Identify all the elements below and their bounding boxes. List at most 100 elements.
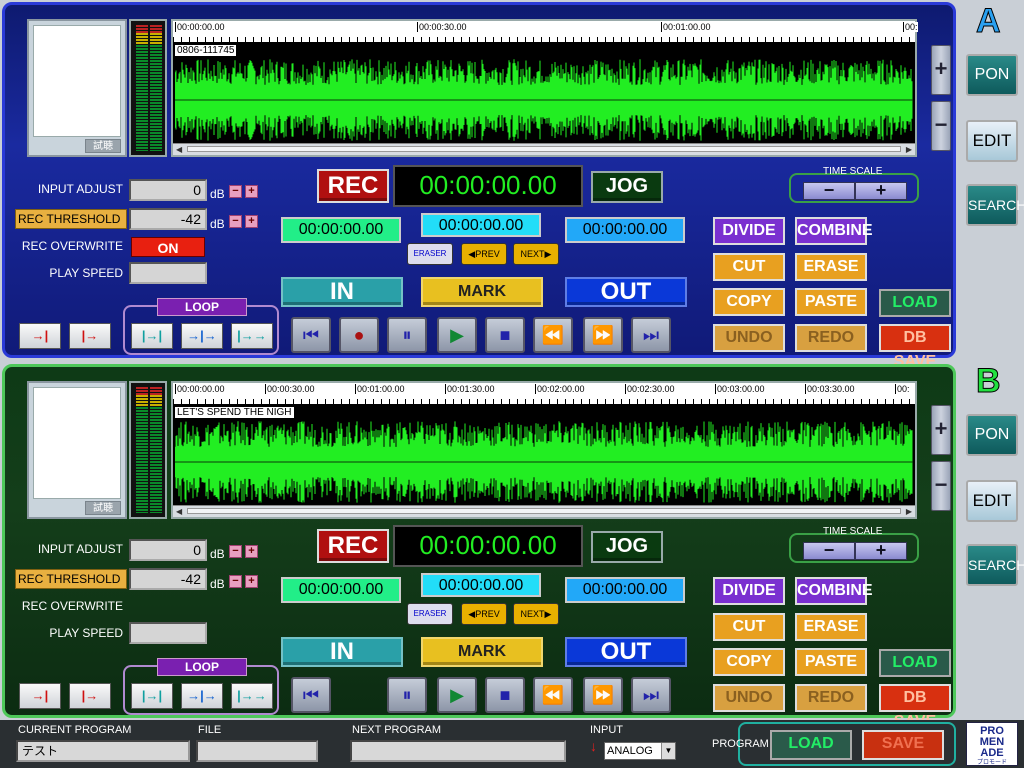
input-adjust-minus-button[interactable]: −: [229, 545, 242, 558]
rec-threshold-minus-button[interactable]: −: [229, 575, 242, 588]
deck-a-edit-button[interactable]: EDIT: [966, 120, 1018, 162]
erase-button[interactable]: ERASE: [795, 253, 867, 281]
deck-load-button[interactable]: LOAD: [879, 649, 951, 677]
loop-out-button[interactable]: |→→: [231, 323, 273, 349]
scrollbar-thumb[interactable]: [187, 508, 901, 514]
loop-start-button[interactable]: →|: [19, 683, 61, 709]
cut-button[interactable]: CUT: [713, 253, 785, 281]
prev-button[interactable]: ◀PREV: [461, 603, 507, 625]
loop-end-button[interactable]: |→: [69, 323, 111, 349]
mark-button[interactable]: MARK: [421, 637, 543, 667]
mark-button[interactable]: MARK: [421, 277, 543, 307]
rec-threshold-minus-button[interactable]: −: [229, 215, 242, 228]
deck-b-pon-button[interactable]: PON: [966, 414, 1018, 456]
timeline-ruler[interactable]: 00:00:00.00 00:00:30.00 00:01:00.00 00:0…: [173, 383, 915, 405]
scrollbar-thumb[interactable]: [187, 146, 901, 152]
undo-button[interactable]: UNDO: [713, 324, 785, 352]
out-button[interactable]: OUT: [565, 637, 687, 667]
mark-time[interactable]: 00:00:00.00: [421, 213, 541, 237]
rec-threshold-field[interactable]: -42: [129, 568, 207, 590]
next-button[interactable]: NEXT▶: [513, 243, 559, 265]
deck-load-button[interactable]: LOAD: [879, 289, 951, 317]
dropdown-arrow-icon[interactable]: ▼: [661, 743, 675, 759]
play-button[interactable]: ▶: [437, 317, 477, 353]
deck-b-edit-button[interactable]: EDIT: [966, 480, 1018, 522]
scroll-right-arrow-icon[interactable]: ▶: [906, 145, 912, 154]
time-scale-minus-button[interactable]: −: [803, 541, 855, 560]
preview-button[interactable]: 試聴: [85, 139, 121, 153]
combine-button[interactable]: COMBINE: [795, 577, 873, 605]
redo-button[interactable]: REDO: [795, 684, 867, 712]
pause-button[interactable]: ⏸: [387, 677, 427, 713]
in-point-time[interactable]: 00:00:00.00: [281, 577, 401, 603]
cut-button[interactable]: CUT: [713, 613, 785, 641]
zoom-in-button[interactable]: +: [931, 45, 951, 95]
timeline-ruler[interactable]: 00:00:00.00 00:00:30.00 00:01:00.00 00:: [173, 21, 918, 43]
out-button[interactable]: OUT: [565, 277, 687, 307]
waveform-scrollbar[interactable]: ◀ ▶: [173, 143, 915, 155]
input-adjust-minus-button[interactable]: −: [229, 185, 242, 198]
divide-button[interactable]: DIVIDE: [713, 217, 785, 245]
input-adjust-field[interactable]: 0: [129, 539, 207, 561]
input-adjust-field[interactable]: 0: [129, 179, 207, 201]
program-load-button[interactable]: LOAD: [770, 730, 852, 760]
copy-button[interactable]: COPY: [713, 288, 785, 316]
rec-threshold-plus-button[interactable]: +: [245, 575, 258, 588]
in-point-time[interactable]: 00:00:00.00: [281, 217, 401, 243]
go-to-end-button[interactable]: ⏭: [631, 677, 671, 713]
in-button[interactable]: IN: [281, 637, 403, 667]
go-to-start-button[interactable]: ⏮: [291, 677, 331, 713]
loop-mark-button[interactable]: →|→: [181, 683, 223, 709]
rewind-button[interactable]: ⏪: [533, 677, 573, 713]
fast-forward-button[interactable]: ⏩: [583, 317, 623, 353]
loop-start-button[interactable]: →|: [19, 323, 61, 349]
stop-button[interactable]: ■: [485, 677, 525, 713]
rec-threshold-field[interactable]: -42: [129, 208, 207, 230]
zoom-out-button[interactable]: −: [931, 101, 951, 151]
current-program-field[interactable]: テスト: [16, 740, 190, 762]
loop-out-button[interactable]: |→→: [231, 683, 273, 709]
loop-in-button[interactable]: |→|: [131, 323, 173, 349]
db-save-button[interactable]: DB SAVE: [879, 684, 951, 730]
loop-in-button[interactable]: |→|: [131, 683, 173, 709]
divide-button[interactable]: DIVIDE: [713, 577, 785, 605]
prev-button[interactable]: ◀PREV: [461, 243, 507, 265]
combine-button[interactable]: COMBINE: [795, 217, 873, 245]
next-program-field[interactable]: [350, 740, 566, 762]
zoom-in-button[interactable]: +: [931, 405, 951, 455]
go-to-start-button[interactable]: ⏮: [291, 317, 331, 353]
deck-a-search-button[interactable]: SEARCH: [966, 184, 1024, 226]
input-adjust-plus-button[interactable]: +: [245, 545, 258, 558]
loop-mark-button[interactable]: →|→: [181, 323, 223, 349]
program-save-button[interactable]: SAVE: [862, 730, 944, 760]
rec-threshold-plus-button[interactable]: +: [245, 215, 258, 228]
out-point-time[interactable]: 00:00:00.00: [565, 577, 685, 603]
input-adjust-plus-button[interactable]: +: [245, 185, 258, 198]
jog-button[interactable]: JOG: [591, 171, 663, 203]
undo-button[interactable]: UNDO: [713, 684, 785, 712]
scroll-left-arrow-icon[interactable]: ◀: [176, 145, 182, 154]
eraser-button[interactable]: ERASER: [407, 243, 453, 265]
rec-overwrite-toggle[interactable]: ON: [131, 237, 205, 257]
in-button[interactable]: IN: [281, 277, 403, 307]
play-button[interactable]: ▶: [437, 677, 477, 713]
fast-forward-button[interactable]: ⏩: [583, 677, 623, 713]
time-scale-plus-button[interactable]: +: [855, 541, 907, 560]
copy-button[interactable]: COPY: [713, 648, 785, 676]
record-button[interactable]: ●: [339, 317, 379, 353]
stop-button[interactable]: ■: [485, 317, 525, 353]
scroll-right-arrow-icon[interactable]: ▶: [906, 507, 912, 516]
pause-button[interactable]: ⏸: [387, 317, 427, 353]
redo-button[interactable]: REDO: [795, 324, 867, 352]
go-to-end-button[interactable]: ⏭: [631, 317, 671, 353]
mark-time[interactable]: 00:00:00.00: [421, 573, 541, 597]
rec-button[interactable]: REC: [317, 529, 389, 563]
next-button[interactable]: NEXT▶: [513, 603, 559, 625]
db-save-button[interactable]: DB SAVE: [879, 324, 951, 370]
input-select[interactable]: ANALOG ▼: [604, 742, 676, 760]
loop-end-button[interactable]: |→: [69, 683, 111, 709]
time-scale-minus-button[interactable]: −: [803, 181, 855, 200]
deck-a-pon-button[interactable]: PON: [966, 54, 1018, 96]
rec-button[interactable]: REC: [317, 169, 389, 203]
rewind-button[interactable]: ⏪: [533, 317, 573, 353]
